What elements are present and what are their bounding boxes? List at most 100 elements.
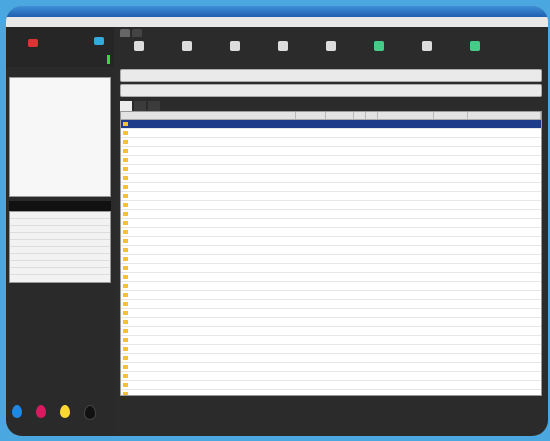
table-cell	[354, 246, 366, 254]
table-row[interactable]	[121, 219, 541, 228]
table-cell	[378, 228, 434, 236]
table-row[interactable]	[121, 291, 541, 300]
file-name-cell	[121, 318, 296, 326]
table-cell	[468, 372, 541, 380]
table-row[interactable]	[121, 210, 541, 219]
table-row[interactable]	[121, 246, 541, 255]
list-item[interactable]	[10, 233, 110, 240]
filter-field[interactable]	[120, 84, 542, 97]
table-row[interactable]	[121, 336, 541, 345]
table-cell	[468, 282, 541, 290]
table-cell	[366, 345, 378, 353]
table-row[interactable]	[121, 282, 541, 291]
table-row[interactable]	[121, 156, 541, 165]
table-cell	[326, 282, 354, 290]
toolbar-button[interactable]	[460, 41, 490, 63]
column-header[interactable]	[296, 112, 326, 119]
list-item[interactable]	[10, 261, 110, 268]
table-row[interactable]	[121, 165, 541, 174]
toolbar-button[interactable]	[364, 41, 394, 63]
table-row[interactable]	[121, 390, 541, 395]
table-cell	[354, 210, 366, 218]
table-row[interactable]	[121, 363, 541, 372]
table-cell	[468, 309, 541, 317]
column-header[interactable]	[326, 112, 354, 119]
table-cell	[378, 174, 434, 182]
toolbar-button[interactable]	[412, 41, 442, 63]
table-row[interactable]	[121, 174, 541, 183]
table-cell	[378, 291, 434, 299]
list-item[interactable]	[10, 219, 110, 226]
list-tab[interactable]	[120, 101, 132, 111]
table-row[interactable]	[121, 345, 541, 354]
list-item[interactable]	[10, 268, 110, 275]
table-row[interactable]	[121, 309, 541, 318]
table-cell	[354, 291, 366, 299]
table-cell	[366, 174, 378, 182]
list-item[interactable]	[10, 212, 110, 219]
tab-inactive[interactable]	[132, 29, 142, 37]
table-cell	[354, 120, 366, 128]
table-cell	[354, 354, 366, 362]
table-cell	[434, 381, 468, 389]
table-row[interactable]	[121, 120, 541, 129]
table-cell	[366, 372, 378, 380]
file-name-cell	[121, 345, 296, 353]
table-cell	[326, 201, 354, 209]
tab-active[interactable]	[120, 29, 130, 37]
table-row[interactable]	[121, 183, 541, 192]
table-cell	[296, 363, 326, 371]
page-icon	[422, 41, 432, 51]
table-row[interactable]	[121, 147, 541, 156]
table-row[interactable]	[121, 300, 541, 309]
table-row[interactable]	[121, 192, 541, 201]
table-cell	[326, 318, 354, 326]
table-cell	[296, 345, 326, 353]
table-row[interactable]	[121, 354, 541, 363]
toolbar-button[interactable]	[316, 41, 346, 63]
column-header[interactable]	[378, 112, 434, 119]
queue-list[interactable]	[9, 211, 111, 283]
toolbar-button[interactable]	[220, 41, 250, 63]
table-row[interactable]	[121, 372, 541, 381]
toolbar-button[interactable]	[268, 41, 298, 63]
table-cell	[434, 318, 468, 326]
table-row[interactable]	[121, 255, 541, 264]
file-name-cell	[121, 354, 296, 362]
table-row[interactable]	[121, 237, 541, 246]
list-item[interactable]	[10, 247, 110, 254]
table-row[interactable]	[121, 381, 541, 390]
stop-icon[interactable]	[28, 39, 38, 47]
table-row[interactable]	[121, 201, 541, 210]
column-header[interactable]	[434, 112, 468, 119]
table-row[interactable]	[121, 228, 541, 237]
toolbar-button[interactable]	[172, 41, 202, 63]
list-tab[interactable]	[148, 101, 160, 111]
table-row[interactable]	[121, 138, 541, 147]
table-row[interactable]	[121, 273, 541, 282]
tree-view[interactable]	[9, 77, 111, 197]
table-cell	[366, 309, 378, 317]
table-row[interactable]	[121, 318, 541, 327]
table-cell	[354, 273, 366, 281]
job-table[interactable]	[120, 111, 542, 396]
list-item[interactable]	[10, 240, 110, 247]
table-row[interactable]	[121, 327, 541, 336]
column-header[interactable]	[366, 112, 378, 119]
table-row[interactable]	[121, 264, 541, 273]
column-header[interactable]	[354, 112, 366, 119]
table-row[interactable]	[121, 129, 541, 138]
list-item[interactable]	[10, 254, 110, 261]
folder-icon	[123, 320, 128, 324]
connect-icon[interactable]	[94, 37, 104, 45]
toolbar-button[interactable]	[124, 41, 154, 63]
column-header[interactable]	[121, 112, 296, 119]
column-header[interactable]	[468, 112, 541, 119]
table-cell	[434, 219, 468, 227]
list-tab[interactable]	[134, 101, 146, 111]
folder-icon	[123, 239, 128, 243]
table-cell	[354, 381, 366, 389]
path-field[interactable]	[120, 69, 542, 82]
table-cell	[434, 165, 468, 173]
list-item[interactable]	[10, 226, 110, 233]
